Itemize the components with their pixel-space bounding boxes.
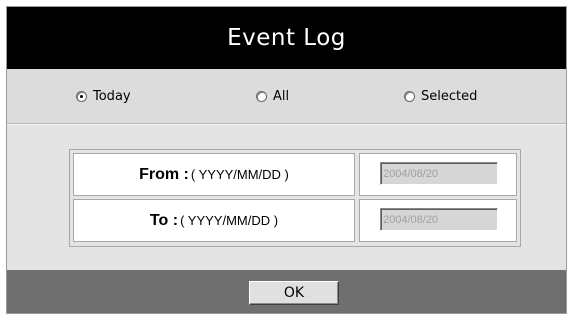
to-label: To : bbox=[149, 211, 179, 229]
date-range-panel: From : ( YYYY/MM/DD ) To : ( YYYY/MM/DD … bbox=[7, 124, 566, 270]
to-label-cell: To : ( YYYY/MM/DD ) bbox=[73, 199, 355, 242]
from-input-cell bbox=[359, 153, 517, 196]
dialog-title: Event Log bbox=[7, 7, 566, 69]
from-format-hint: ( YYYY/MM/DD ) bbox=[190, 167, 289, 182]
radio-unchecked-icon[interactable] bbox=[404, 91, 415, 102]
radio-all-label: All bbox=[273, 89, 290, 104]
date-range-table: From : ( YYYY/MM/DD ) To : ( YYYY/MM/DD … bbox=[69, 149, 521, 247]
ok-button[interactable]: OK bbox=[249, 281, 339, 305]
from-row: From : ( YYYY/MM/DD ) bbox=[73, 153, 517, 196]
radio-unchecked-icon[interactable] bbox=[256, 91, 267, 102]
to-date-input[interactable] bbox=[380, 208, 498, 231]
from-date-input[interactable] bbox=[380, 162, 498, 185]
radio-selected-label: Selected bbox=[421, 89, 478, 104]
radio-all[interactable]: All bbox=[256, 89, 289, 104]
radio-selected[interactable]: Selected bbox=[404, 89, 477, 104]
range-options: Today All Selected bbox=[7, 69, 566, 124]
dialog-footer: OK bbox=[7, 270, 566, 313]
from-label: From : bbox=[139, 165, 189, 183]
to-format-hint: ( YYYY/MM/DD ) bbox=[180, 213, 279, 228]
radio-checked-icon[interactable] bbox=[76, 91, 87, 102]
from-label-cell: From : ( YYYY/MM/DD ) bbox=[73, 153, 355, 196]
event-log-dialog: Event Log Today All Selected From : ( YY… bbox=[6, 6, 567, 314]
to-row: To : ( YYYY/MM/DD ) bbox=[73, 199, 517, 242]
radio-today-label: Today bbox=[93, 89, 131, 104]
radio-today[interactable]: Today bbox=[76, 89, 131, 104]
to-input-cell bbox=[359, 199, 517, 242]
